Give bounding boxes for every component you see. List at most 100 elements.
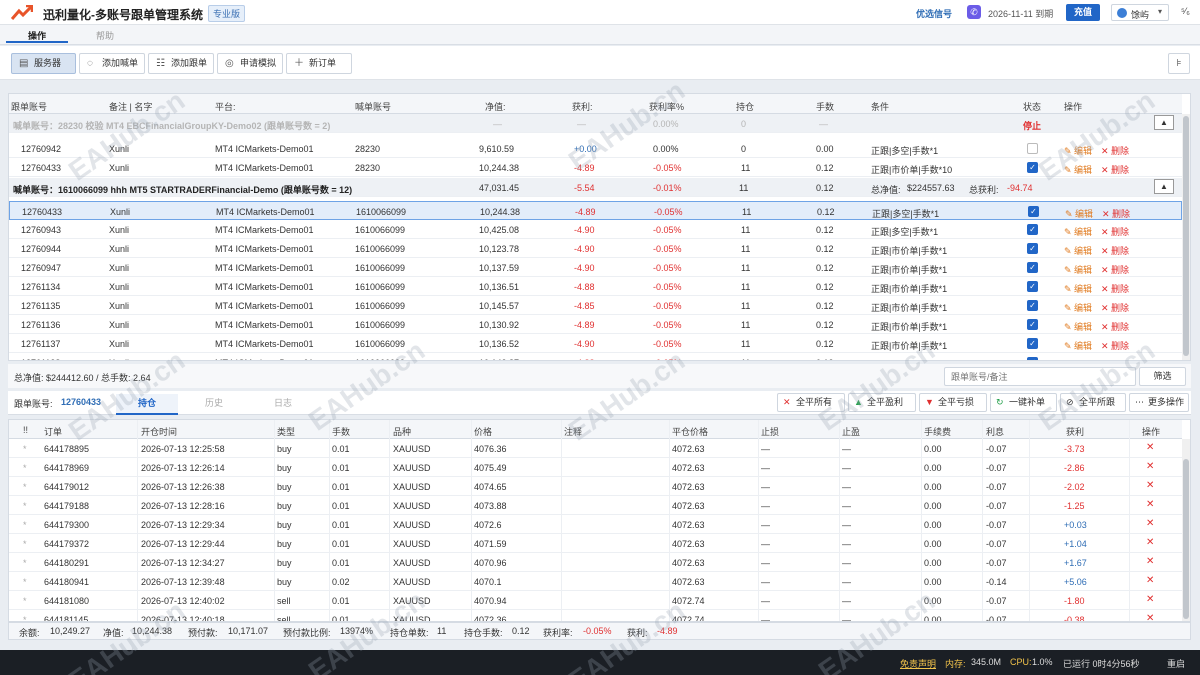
enabled-checkbox[interactable]: [1027, 143, 1038, 154]
col-note-name[interactable]: 备注 | 名字: [109, 100, 152, 113]
edit-button[interactable]: ✎ 编辑: [1064, 301, 1092, 314]
position-row[interactable]: * 644179300 2026-07-13 12:29:34 buy 0.01 XAUU…: [9, 515, 1182, 534]
position-row[interactable]: * 644179012 2026-07-13 12:26:38 buy 0.01 XAUU…: [9, 477, 1182, 496]
col-condition[interactable]: 条件: [871, 100, 889, 113]
follow-row[interactable]: 12761135 Xunli MT4 ICMarkets-Demo01 1610066…: [9, 296, 1182, 315]
follow-row[interactable]: 12761138 Xunli MT4 ICMarkets-Demo01 1610066…: [9, 353, 1182, 360]
edit-button[interactable]: ✎ 编辑: [1064, 339, 1092, 352]
col-positions[interactable]: 持仓: [736, 100, 754, 113]
close-position-icon[interactable]: ✕: [1146, 556, 1154, 567]
col-platform[interactable]: 平台:: [215, 100, 236, 113]
col-lots[interactable]: 手数: [816, 100, 834, 113]
delete-button[interactable]: ✕ 删除: [1101, 301, 1129, 314]
edit-button[interactable]: ✎ 编辑: [1064, 282, 1092, 295]
delete-button[interactable]: ✕ 删除: [1101, 339, 1129, 352]
close-position-icon[interactable]: ✕: [1146, 537, 1154, 548]
close-position-icon[interactable]: ✕: [1146, 480, 1154, 491]
edit-button[interactable]: ✎ 编辑: [1064, 320, 1092, 333]
position-row[interactable]: * 644181080 2026-07-13 12:40:02 sell 0.01 XAU…: [9, 591, 1182, 610]
follow-row[interactable]: 12760944 Xunli MT4 ICMarkets-Demo01 1610066…: [9, 239, 1182, 258]
follow-row[interactable]: 12760942 Xunli MT4 ICMarkets-Demo01 28230 9,…: [9, 139, 1182, 158]
position-row[interactable]: * 644178895 2026-07-13 12:25:58 buy 0.01 XAUU…: [9, 439, 1182, 458]
more-actions-button[interactable]: ⋯ 更多操作: [1129, 393, 1189, 412]
delete-button[interactable]: ✕ 删除: [1101, 163, 1129, 176]
enabled-checkbox[interactable]: ✓: [1027, 281, 1038, 292]
enabled-checkbox[interactable]: ✓: [1028, 206, 1039, 217]
lang-icon[interactable]: ⁵⁄₆: [1181, 6, 1190, 16]
close-position-icon[interactable]: ✕: [1146, 613, 1154, 621]
fill-order-button[interactable]: ↻ 一键补单: [990, 393, 1057, 412]
enabled-checkbox[interactable]: ✓: [1027, 262, 1038, 273]
position-row[interactable]: * 644180291 2026-07-13 12:34:27 buy 0.01 XAUU…: [9, 553, 1182, 572]
edit-button[interactable]: ✎ 编辑: [1065, 207, 1093, 220]
edit-button[interactable]: ✎ 编辑: [1064, 144, 1092, 157]
close-position-icon[interactable]: ✕: [1146, 461, 1154, 472]
enabled-checkbox[interactable]: ✓: [1027, 319, 1038, 330]
close-position-icon[interactable]: ✕: [1146, 442, 1154, 453]
enabled-checkbox[interactable]: ✓: [1027, 224, 1038, 235]
enabled-checkbox[interactable]: ✓: [1027, 357, 1038, 360]
delete-button[interactable]: ✕ 删除: [1101, 144, 1129, 157]
delete-button[interactable]: ✕ 删除: [1101, 358, 1129, 360]
edit-button[interactable]: ✎ 编辑: [1064, 263, 1092, 276]
tab-history[interactable]: 历史: [183, 394, 245, 415]
close-position-icon[interactable]: ✕: [1146, 575, 1154, 586]
delete-button[interactable]: ✕ 删除: [1101, 320, 1129, 333]
positions-scrollbar[interactable]: [1182, 439, 1190, 621]
position-row[interactable]: * 644178969 2026-07-13 12:26:14 buy 0.01 XAUU…: [9, 458, 1182, 477]
feed-group-row[interactable]: 喊单账号：28230 校验 MT4 EBCFinancialGroupKY-De…: [9, 114, 1182, 133]
scrollbar-thumb[interactable]: [1183, 116, 1189, 356]
disclaimer-link[interactable]: 免责声明: [900, 657, 936, 670]
follow-row[interactable]: 12760433 Xunli MT4 ICMarkets-Demo01 28230 10…: [9, 158, 1182, 177]
close-position-icon[interactable]: ✕: [1146, 594, 1154, 605]
edit-button[interactable]: ✎ 编辑: [1064, 225, 1092, 238]
enabled-checkbox[interactable]: ✓: [1027, 338, 1038, 349]
tab-positions[interactable]: 持仓: [116, 394, 178, 415]
feed-group-row[interactable]: 喊单账号：1610066099 hhh MT5 STARTRADERFinanc…: [9, 178, 1182, 197]
filter-button[interactable]: 筛选: [1139, 367, 1186, 386]
position-row[interactable]: * 644179188 2026-07-13 12:28:16 buy 0.01 XAUU…: [9, 496, 1182, 515]
server-button[interactable]: ▤ 服务器: [11, 53, 76, 74]
close-follow-button[interactable]: ⊘ 全平所跟: [1060, 393, 1126, 412]
tab-operate[interactable]: 操作: [6, 29, 68, 43]
edit-button[interactable]: ✎ 编辑: [1064, 244, 1092, 257]
edit-button[interactable]: ✎ 编辑: [1064, 358, 1092, 360]
follow-row[interactable]: 12761136 Xunli MT4 ICMarkets-Demo01 1610066…: [9, 315, 1182, 334]
tab-help[interactable]: 帮助: [74, 29, 136, 42]
add-feed-button[interactable]: ◌ 添加喊单: [79, 53, 145, 74]
follow-row[interactable]: 12761134 Xunli MT4 ICMarkets-Demo01 1610066…: [9, 277, 1182, 296]
col-follow-account[interactable]: 跟单账号: [11, 100, 47, 113]
close-position-icon[interactable]: ✕: [1146, 499, 1154, 510]
recharge-button[interactable]: 充值: [1066, 4, 1100, 21]
position-row[interactable]: * 644180941 2026-07-13 12:39:48 buy 0.02 XAUU…: [9, 572, 1182, 591]
col-status[interactable]: 状态: [1023, 100, 1041, 113]
panel-toggle-icon[interactable]: ⊧: [1168, 53, 1190, 74]
follow-row[interactable]: 12760433 Xunli MT4 ICMarkets-Demo01 1610066…: [9, 201, 1182, 220]
enabled-checkbox[interactable]: ✓: [1027, 162, 1038, 173]
edit-button[interactable]: ✎ 编辑: [1064, 163, 1092, 176]
col-equity[interactable]: 净值:: [485, 100, 506, 113]
col-actions[interactable]: 操作: [1064, 100, 1082, 113]
delete-button[interactable]: ✕ 删除: [1101, 282, 1129, 295]
follow-row[interactable]: 12760947 Xunli MT4 ICMarkets-Demo01 1610066…: [9, 258, 1182, 277]
position-row[interactable]: * 644179372 2026-07-13 12:29:44 buy 0.01 XAUU…: [9, 534, 1182, 553]
tab-log[interactable]: 日志: [252, 394, 314, 415]
delete-button[interactable]: ✕ 删除: [1102, 207, 1130, 220]
col-feed-account[interactable]: 喊单账号: [355, 100, 391, 113]
collapse-icon[interactable]: ▲: [1154, 179, 1174, 194]
close-position-icon[interactable]: ✕: [1146, 518, 1154, 529]
position-row[interactable]: * 644181145 2026-07-13 12:40:18 sell 0.01 XAU…: [9, 610, 1182, 621]
col-profit-rate[interactable]: 获利率%: [649, 100, 684, 113]
scrollbar-thumb[interactable]: [1183, 459, 1189, 619]
follow-row[interactable]: 12761137 Xunli MT4 ICMarkets-Demo01 1610066…: [9, 334, 1182, 353]
delete-button[interactable]: ✕ 删除: [1101, 244, 1129, 257]
enabled-checkbox[interactable]: ✓: [1027, 300, 1038, 311]
close-loss-button[interactable]: ▼ 全平亏损: [919, 393, 987, 412]
search-input[interactable]: [944, 367, 1136, 386]
close-profit-button[interactable]: ▲ 全平盈利: [848, 393, 916, 412]
delete-button[interactable]: ✕ 删除: [1101, 263, 1129, 276]
close-all-button[interactable]: ✕ 全平所有: [777, 393, 845, 412]
status-badge[interactable]: 停止: [1023, 119, 1041, 132]
new-order-button[interactable]: ＋ 新订单: [286, 53, 352, 74]
signal-link[interactable]: 优选信号: [916, 7, 952, 20]
